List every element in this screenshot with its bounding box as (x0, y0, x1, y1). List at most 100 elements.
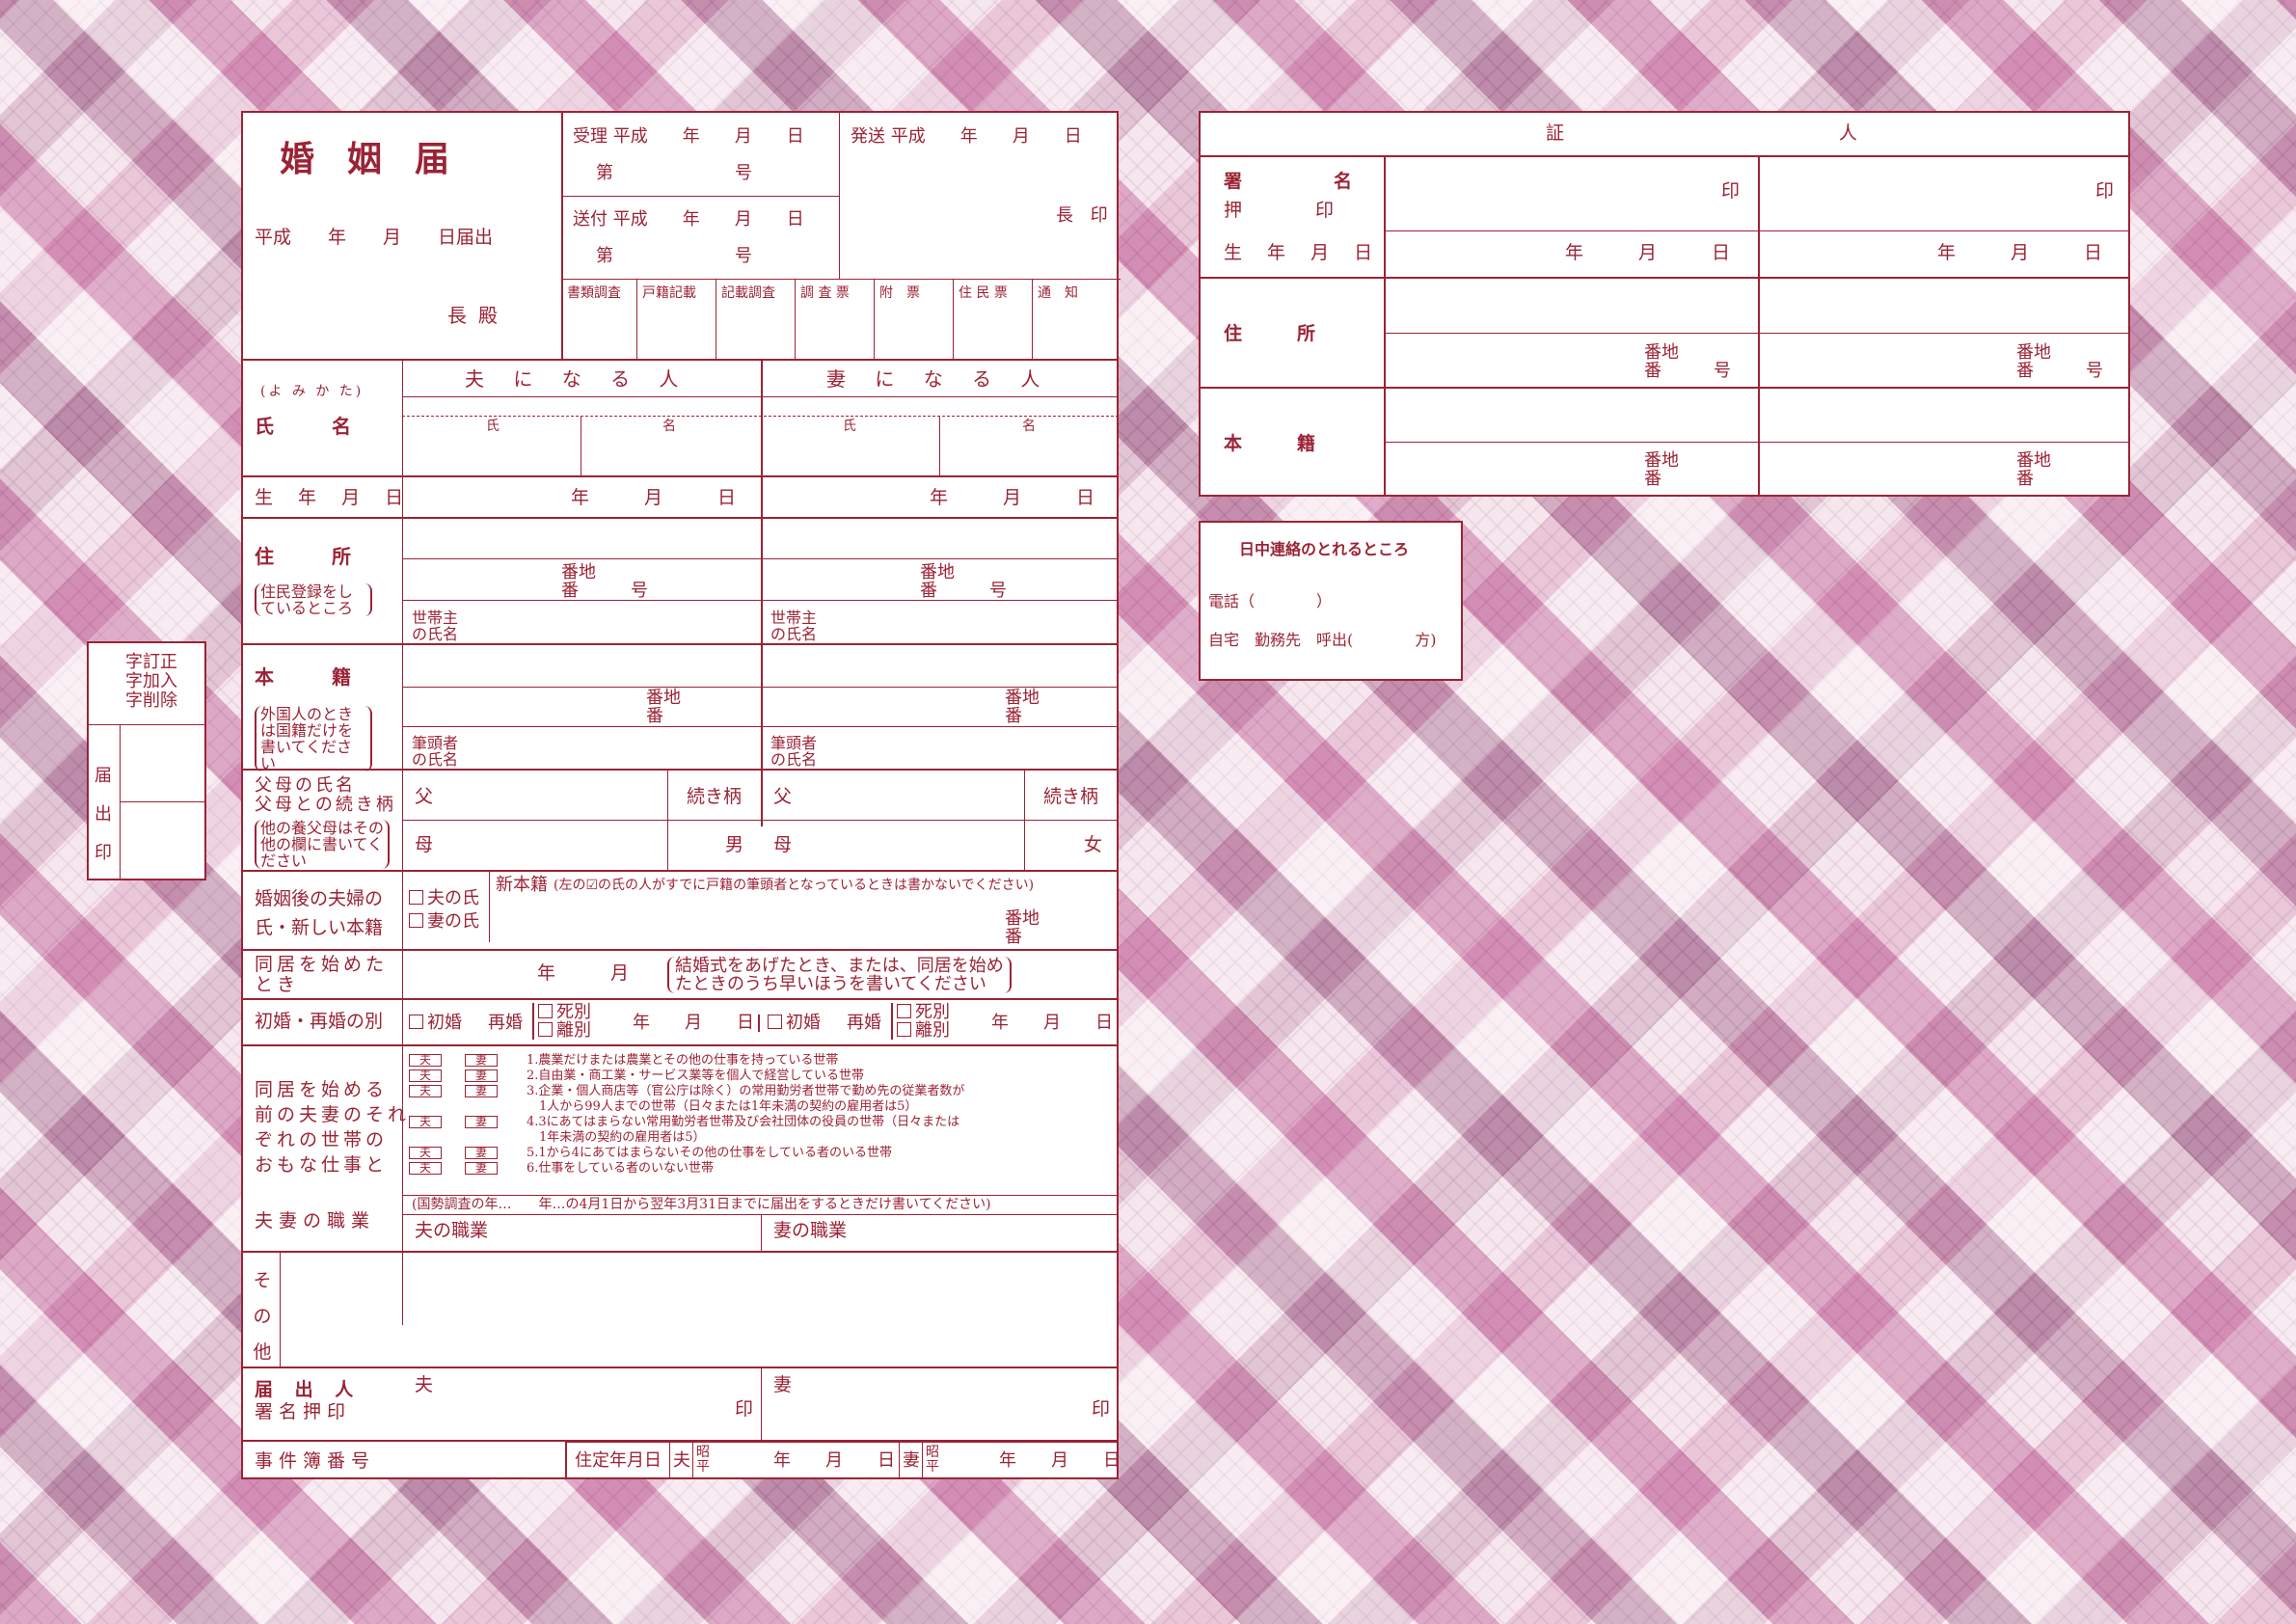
address-label: 住 所 (255, 545, 351, 568)
addressee: 長殿 (447, 304, 509, 327)
address-note-text: 住民登録をしているところ (260, 582, 354, 617)
signer-label-1: 届 出 人 (255, 1379, 362, 1400)
husband-surname-option[interactable]: 夫の氏 (409, 890, 479, 907)
wife-marriage-type[interactable]: 初婚 再婚 死別 離別 年 月 日 (768, 1003, 1120, 1042)
office-check-label: 記載調査 (721, 285, 775, 301)
option-label: 初婚 (427, 1013, 462, 1033)
wife-residence-label: 妻 (903, 1450, 920, 1471)
husband-birth[interactable]: 年 月 日 (571, 489, 736, 507)
wife-occupation-check[interactable]: 妻 (465, 1054, 498, 1067)
witness2-banchi: 番地 (2016, 342, 2051, 363)
checkbox[interactable] (897, 1004, 911, 1018)
sent-number[interactable]: 第 号 (596, 248, 752, 265)
remarriage-label: 再婚 (847, 1013, 881, 1033)
wife-occupation-check[interactable]: 妻 (465, 1147, 498, 1159)
husband-occupation-check[interactable]: 夫 (409, 1069, 442, 1082)
option-label: 夫の氏 (427, 888, 479, 908)
checkbox[interactable] (538, 1022, 553, 1037)
wife-banchi: 番地 (920, 562, 955, 582)
wife-surname-option[interactable]: 妻の氏 (409, 913, 479, 931)
husband-residence-date[interactable]: 年 月 日 (773, 1452, 895, 1470)
wife-occupation-check[interactable]: 妻 (465, 1116, 498, 1128)
checkbox[interactable] (897, 1022, 911, 1037)
husband-occupation-check[interactable]: 夫 (409, 1116, 442, 1128)
occupation-label: 同居を始める 前の夫妻のそれ ぞれの世帯の おもな仕事と (255, 1077, 410, 1177)
received-date[interactable]: 受理 平成 年 月 日 (573, 128, 804, 146)
hitto-label-2: の氏名 (412, 750, 459, 769)
husband-job[interactable]: 夫の職業 (415, 1222, 488, 1240)
era-heisei-text: 平 (696, 1459, 710, 1475)
parents-label: 父母の氏名 父母との続き柄 (255, 776, 396, 815)
husband-father[interactable]: 父 (415, 788, 433, 806)
wife-occupation-check[interactable]: 妻 (465, 1085, 498, 1097)
husband-marriage-type[interactable]: 初婚 再婚 死別 離別 年 月 日 (409, 1003, 761, 1042)
remarriage-date[interactable]: 年 月 日 (991, 1015, 1119, 1032)
other-field[interactable] (282, 1253, 1117, 1365)
witness-address-label: 住 所 (1224, 323, 1316, 344)
wife-relation-label: 続き柄 (1043, 786, 1099, 807)
wife-hitto: 筆頭者 の氏名 (770, 735, 817, 768)
death-divorce-options[interactable]: 死別 離別 (532, 1003, 591, 1040)
office-check-cell[interactable]: 住 民 票 (953, 279, 1033, 359)
dispatch-date[interactable]: 発送 平成 年 月 日 (851, 128, 1082, 146)
occupation-item: 1年未満の契約の雇用者は5） (527, 1130, 706, 1145)
checkbox[interactable] (768, 1015, 782, 1029)
husband-occupation-check[interactable]: 夫 (409, 1162, 442, 1175)
wife-honseki-ban: 番 (1005, 706, 1022, 726)
wife-seal[interactable]: 印 (1092, 1400, 1110, 1419)
checkbox[interactable] (538, 1004, 553, 1018)
husband-occupation-check[interactable]: 夫 (409, 1085, 442, 1097)
couple-occupation-label: 夫妻の職業 (255, 1210, 376, 1232)
wife-mother[interactable]: 母 (773, 836, 792, 854)
husband-sign-label: 夫 (415, 1374, 434, 1395)
option-divorce: 離別 (556, 1020, 591, 1041)
checkbox[interactable] (409, 1015, 423, 1029)
case-number-label: 事件簿番号 (255, 1450, 376, 1472)
address-note: 住民登録をしているところ (255, 583, 372, 616)
husband-occupation-check[interactable]: 夫 (409, 1054, 442, 1067)
office-check-cell[interactable]: 調 査 票 (795, 279, 875, 359)
wife-job[interactable]: 妻の職業 (773, 1222, 847, 1240)
witness2-seal[interactable]: 印 (2095, 182, 2114, 201)
case-number-field[interactable] (403, 1442, 572, 1477)
witness-box: 証 人 署 名 押 印 印 印 生 年 月 日 年 月 日 年 月 日 住 所 … (1199, 111, 2130, 497)
wife-occupation-check[interactable]: 妻 (465, 1162, 498, 1175)
office-check-cell[interactable]: 記載調査 (716, 279, 796, 359)
wife-birth[interactable]: 年 月 日 (930, 489, 1094, 507)
wife-household-head: 世帯主 の氏名 (770, 609, 817, 642)
cohab-date[interactable]: 年 月 (537, 964, 629, 983)
husband-seal[interactable]: 印 (735, 1400, 753, 1419)
wife-occupation-check[interactable]: 妻 (465, 1069, 498, 1082)
husband-mother[interactable]: 母 (415, 836, 433, 854)
contact-where[interactable]: 自宅 勤務先 呼出( 方) (1208, 633, 1437, 648)
new-honseki-ban: 番 (1005, 927, 1022, 947)
husband-relation-male: 男 (725, 834, 744, 855)
witness2-birth[interactable]: 年 月 日 (1937, 244, 2102, 262)
first-marriage-option[interactable]: 初婚 (768, 1015, 821, 1032)
sent-date[interactable]: 送付 平成 年 月 日 (573, 211, 804, 229)
death-divorce-options[interactable]: 死別 離別 (891, 1003, 950, 1040)
office-check-cell[interactable]: 通 知 (1032, 279, 1101, 359)
checkbox[interactable] (409, 890, 423, 905)
witness1-seal[interactable]: 印 (1721, 182, 1740, 201)
wife-relation-female: 女 (1084, 834, 1103, 855)
contact-phone[interactable]: 電話（ ） (1208, 594, 1332, 609)
witness1-birth[interactable]: 年 月 日 (1565, 244, 1730, 262)
wife-father[interactable]: 父 (773, 788, 792, 806)
husband-occupation-check[interactable]: 夫 (409, 1147, 442, 1159)
office-check-cell[interactable]: 附 票 (874, 279, 954, 359)
checkbox[interactable] (409, 913, 423, 928)
remarriage-label: 再婚 (488, 1013, 523, 1033)
witness2-honseki-banchi: 番地 (2016, 450, 2051, 471)
residence-date-box: 住定年月日 夫 昭平 年 月 日 妻 昭平 年 月 日 (565, 1441, 1121, 1479)
head-label-2: の氏名 (412, 625, 459, 643)
received-number[interactable]: 第 号 (596, 165, 752, 182)
filing-date[interactable]: 平成 年 月 日届出 (255, 229, 493, 247)
wife-residence-date[interactable]: 年 月 日 (999, 1452, 1121, 1470)
office-check-cell[interactable]: 書類調査 (561, 279, 637, 359)
new-name-label-2: 氏・新しい本籍 (255, 917, 384, 938)
first-marriage-option[interactable]: 初婚 (409, 1015, 462, 1032)
remarriage-date[interactable]: 年 月 日 (633, 1015, 760, 1032)
witness2-honseki-ban: 番 (2016, 469, 2034, 489)
office-check-cell[interactable]: 戸籍記載 (636, 279, 716, 359)
